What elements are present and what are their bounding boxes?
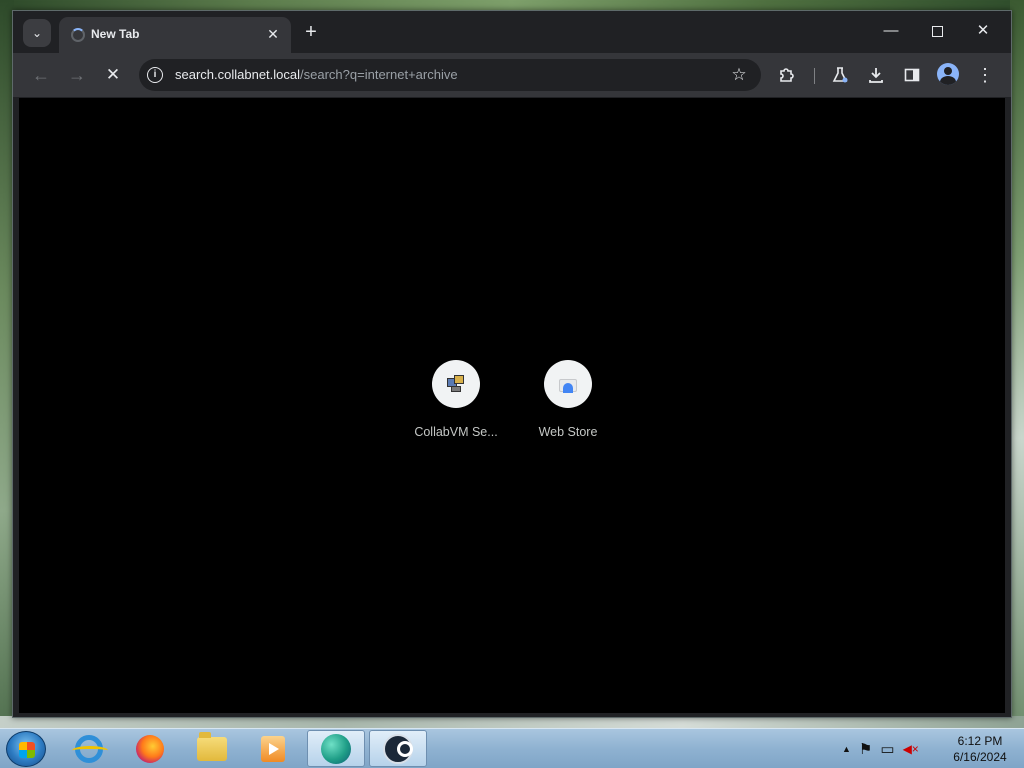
tab-title: New Tab — [91, 27, 140, 41]
downloads-button[interactable] — [862, 61, 890, 89]
extensions-button[interactable] — [773, 61, 801, 89]
loading-spinner-icon — [71, 28, 85, 42]
shortcut-tile[interactable]: CollabVM Se... — [400, 360, 512, 439]
browser-toolbar: ← → ✕ i search.collabnet.local/search?q=… — [13, 53, 1011, 97]
tab-close-icon[interactable]: ✕ — [265, 26, 281, 42]
steam-icon — [383, 733, 413, 764]
collabvm-icon — [447, 375, 465, 393]
internet-explorer-icon — [72, 734, 108, 763]
close-icon: ✕ — [976, 22, 990, 39]
shortcut-label: CollabVM Se... — [414, 425, 498, 439]
action-center-flag-icon[interactable]: ⚑ — [859, 740, 872, 758]
system-tray: ▲ ⚑ ▭ ◀× — [842, 729, 942, 768]
url-path: /search?q=internet+archive — [300, 67, 458, 82]
tab-search-button[interactable]: ⌄ — [23, 19, 51, 47]
taskbar-app-edge[interactable] — [307, 730, 365, 767]
maximize-button[interactable] — [915, 17, 959, 45]
taskbar-app-explorer[interactable] — [183, 730, 241, 767]
firefox-icon — [136, 734, 164, 763]
shortcut-icon-circle — [432, 360, 480, 408]
taskbar-app-steam[interactable] — [369, 730, 427, 767]
menu-button[interactable]: ⋮ — [971, 61, 999, 89]
profile-avatar-icon[interactable] — [937, 63, 959, 85]
browser-window: ⌄ New Tab ✕ + — ✕ ← → ✕ i search.collabn… — [12, 10, 1012, 718]
back-button[interactable]: ← — [27, 61, 55, 89]
toolbar-separator — [814, 68, 815, 84]
start-button[interactable] — [6, 731, 46, 767]
stop-loading-button[interactable]: ✕ — [99, 61, 127, 89]
url-host: search.collabnet.local — [175, 67, 301, 82]
show-hidden-icons-icon[interactable]: ▲ — [842, 744, 851, 754]
arrow-right-icon: → — [68, 65, 86, 85]
clock-date: 6/16/2024 — [953, 750, 1007, 764]
flask-icon — [832, 67, 848, 83]
chevron-down-icon: ⌄ — [31, 26, 43, 40]
puzzle-icon — [780, 68, 794, 82]
taskbar-clock[interactable]: 6:12 PM 6/16/2024 — [940, 733, 1020, 765]
folder-icon — [197, 731, 227, 761]
stop-icon: ✕ — [105, 65, 121, 84]
minimize-icon: — — [883, 22, 899, 39]
site-info-icon[interactable]: i — [147, 67, 163, 83]
plus-icon: + — [305, 21, 317, 43]
tab-new-tab[interactable]: New Tab ✕ — [59, 17, 291, 53]
address-bar[interactable]: i search.collabnet.local/search?q=intern… — [139, 59, 761, 91]
side-panel-button[interactable] — [898, 61, 926, 89]
forward-button[interactable]: → — [63, 61, 91, 89]
download-icon — [869, 68, 883, 83]
volume-muted-icon[interactable]: ◀× — [903, 742, 919, 756]
taskbar-app-internet-explorer[interactable] — [60, 730, 118, 767]
shortcut-tile[interactable]: Web Store — [512, 360, 624, 439]
clock-time: 6:12 PM — [957, 734, 1003, 748]
edge-icon — [321, 733, 351, 764]
shortcut-label: Web Store — [538, 425, 598, 439]
side-panel-icon — [904, 68, 920, 82]
bookmark-star-icon[interactable]: ☆ — [727, 63, 751, 87]
arrow-left-icon: ← — [32, 65, 50, 85]
shortcut-icon-circle — [544, 360, 592, 408]
web-store-icon — [558, 375, 578, 393]
new-tab-button[interactable]: + — [299, 21, 323, 45]
taskbar: ▲ ⚑ ▭ ◀× 6:12 PM 6/16/2024 — [0, 728, 1024, 768]
kebab-menu-icon: ⋮ — [976, 65, 994, 85]
page-content: CollabVM Se... Web Store — [19, 98, 1005, 713]
taskbar-app-media-player[interactable] — [244, 730, 302, 767]
media-player-icon — [261, 735, 285, 762]
network-icon[interactable]: ▭ — [880, 740, 894, 758]
maximize-icon — [931, 25, 943, 37]
close-window-button[interactable]: ✕ — [961, 17, 1005, 45]
minimize-button[interactable]: — — [869, 17, 913, 45]
desktop-wallpaper-right — [1010, 0, 1024, 730]
taskbar-app-firefox[interactable] — [121, 730, 179, 767]
labs-button[interactable] — [826, 61, 854, 89]
title-bar: ⌄ New Tab ✕ + — ✕ — [13, 11, 1011, 53]
url-text[interactable]: search.collabnet.local/search?q=internet… — [175, 67, 458, 82]
